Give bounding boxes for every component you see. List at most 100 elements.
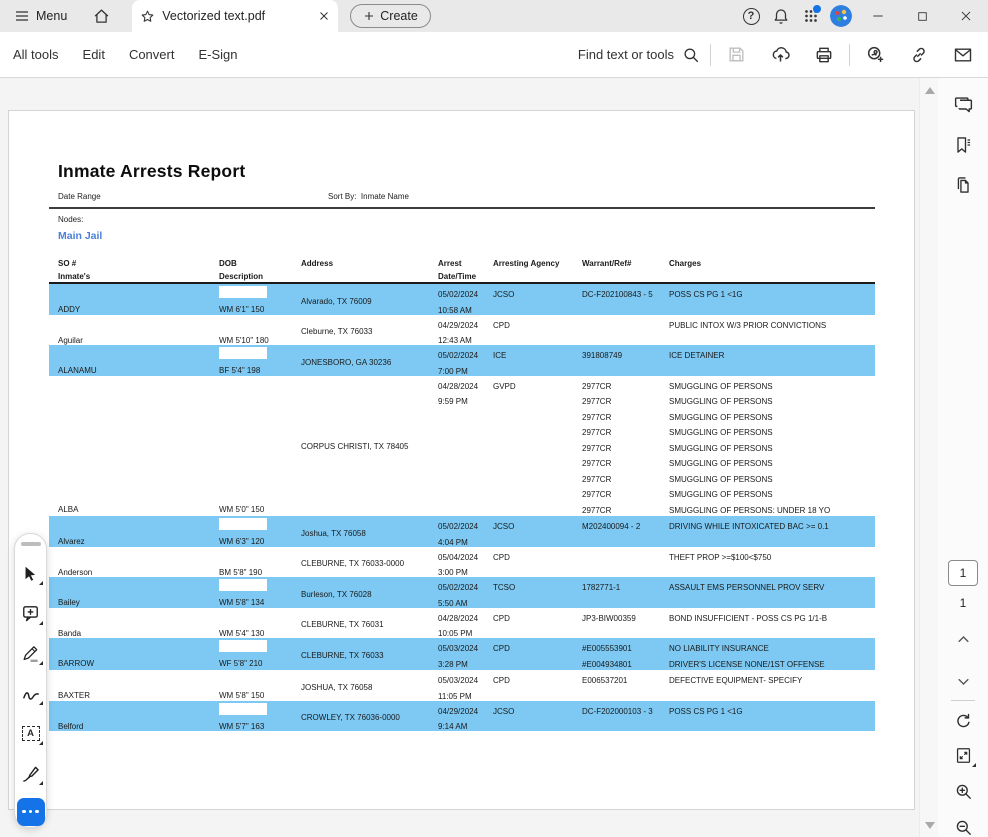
inmate-address: CLEBURNE, TX 76033 — [301, 638, 438, 672]
charge-row: E006537201DEFECTIVE EQUIPMENT- SPECIFY — [582, 673, 875, 689]
maximize-icon — [916, 10, 929, 23]
rotate-button[interactable] — [938, 706, 988, 736]
create-button[interactable]: Create — [350, 4, 431, 28]
warrant-ref: 2977CR — [582, 379, 669, 395]
fill-sign-tool-button[interactable] — [19, 762, 43, 786]
header-warrant: Warrant/Ref# — [582, 256, 669, 283]
add-comment-button[interactable] — [19, 602, 43, 626]
fit-page-button[interactable] — [938, 740, 988, 770]
arrest-date: 04/29/2024 — [438, 318, 493, 334]
inmate-address: JONESBORO, GA 30236 — [301, 345, 438, 379]
nav-all-tools[interactable]: All tools — [13, 47, 59, 62]
highlight-tool-button[interactable] — [19, 642, 43, 666]
redacted-dob — [219, 518, 267, 530]
toolbar-divider-2 — [849, 44, 850, 66]
arrest-datetime: 05/02/20245:50 AM — [438, 577, 493, 611]
charge-text: SMUGGLING OF PERSONS — [669, 394, 773, 410]
tab-title: Vectorized text.pdf — [162, 9, 318, 23]
document-tab[interactable]: Vectorized text.pdf — [132, 0, 338, 32]
more-tools-button[interactable] — [17, 798, 45, 826]
charge-row: JP3-BIW00359BOND INSUFFICIENT - POSS CS … — [582, 611, 875, 627]
fill-sign-icon — [21, 764, 41, 784]
inmate-name: Anderson — [49, 547, 219, 581]
maximize-button[interactable] — [900, 0, 944, 32]
page-number-input[interactable] — [948, 560, 978, 586]
charge-text: NO LIABILITY INSURANCE — [669, 641, 769, 657]
minimize-button[interactable] — [856, 0, 900, 32]
nav-esign[interactable]: E-Sign — [198, 47, 237, 62]
next-page-button[interactable] — [938, 666, 988, 696]
scroll-up-arrow[interactable] — [920, 82, 939, 98]
inmate-name: BAXTER — [49, 670, 219, 704]
inmate-address: CROWLEY, TX 76036-0000 — [301, 701, 438, 735]
charges-list: JP3-BIW00359BOND INSUFFICIENT - POSS CS … — [582, 608, 875, 642]
comments-panel-button[interactable] — [938, 90, 988, 120]
arrest-datetime: 04/28/202410:05 PM — [438, 608, 493, 642]
page-thumbnails-button[interactable] — [938, 170, 988, 200]
select-tool-button[interactable] — [19, 562, 43, 586]
save-button[interactable] — [721, 40, 751, 70]
report-table-body: ADDYWM 6'1" 150Alvarado, TX 7600905/02/2… — [49, 284, 875, 731]
help-button[interactable]: ? — [736, 0, 766, 32]
find-button[interactable]: Find text or tools — [578, 46, 700, 64]
arresting-agency: ICE — [493, 345, 582, 379]
home-button[interactable] — [85, 0, 118, 32]
table-row: ALANAMUBF 5'4" 198JONESBORO, GA 3023605/… — [49, 345, 875, 376]
create-label: Create — [380, 9, 418, 23]
draw-tool-button[interactable] — [19, 682, 43, 706]
arresting-agency: CPD — [493, 638, 582, 672]
menu-icon — [14, 8, 30, 24]
charge-text: THEFT PROP >=$100<$750 — [669, 550, 771, 566]
zoom-in-icon — [954, 782, 973, 801]
page-number-field[interactable] — [948, 560, 978, 586]
window-close-button[interactable] — [944, 0, 988, 32]
print-button[interactable] — [809, 40, 839, 70]
apps-grid-button[interactable] — [796, 0, 826, 32]
arrest-date: 05/04/2024 — [438, 550, 493, 566]
nav-edit[interactable]: Edit — [83, 47, 105, 62]
bookmarks-panel-button[interactable] — [938, 130, 988, 160]
zoom-out-button[interactable] — [938, 812, 988, 837]
page-thumbnails-icon — [953, 175, 973, 195]
email-button[interactable] — [948, 40, 978, 70]
toolbar: All tools Edit Convert E-Sign Find text … — [0, 32, 988, 78]
arresting-agency: TCSO — [493, 577, 582, 611]
account-button[interactable] — [826, 0, 856, 32]
menu-button[interactable]: Menu — [6, 0, 75, 32]
charges-list: 2977CRSMUGGLING OF PERSONS2977CRSMUGGLIN… — [582, 376, 875, 519]
request-signatures-button[interactable] — [860, 40, 890, 70]
header-inmate: SO #Inmate's — [49, 256, 219, 283]
document-scrollbar[interactable] — [919, 78, 938, 837]
charge-row: 2977CRSMUGGLING OF PERSONS — [582, 394, 875, 410]
warrant-ref: M202400094 - 2 — [582, 519, 669, 535]
arresting-agency: CPD — [493, 547, 582, 581]
inmate-name: Aguilar — [49, 315, 219, 349]
charge-row: DC-F202000103 - 3POSS CS PG 1 <1G — [582, 704, 875, 720]
get-link-button[interactable] — [904, 40, 934, 70]
tab-close-icon[interactable] — [318, 10, 330, 22]
arresting-agency: JCSO — [493, 701, 582, 735]
home-icon — [93, 8, 110, 25]
charge-text: SMUGGLING OF PERSONS — [669, 441, 773, 457]
table-row: ALBAWM 5'0" 150CORPUS CHRISTI, TX 784050… — [49, 376, 875, 517]
share-button[interactable] — [765, 40, 795, 70]
inmate-description: WM 5'0" 150 — [219, 376, 301, 519]
previous-page-button[interactable] — [938, 624, 988, 654]
scroll-down-arrow[interactable] — [920, 817, 939, 833]
warrant-ref: 2977CR — [582, 472, 669, 488]
warrant-ref: E006537201 — [582, 673, 669, 689]
text-select-tool-button[interactable]: A — [19, 722, 43, 746]
inmate-description: BM 5'8" 190 — [219, 547, 301, 581]
charge-text: SMUGGLING OF PERSONS — [669, 487, 773, 503]
inmate-address: Alvarado, TX 76009 — [301, 284, 438, 318]
panel-drag-handle[interactable] — [21, 542, 41, 546]
star-icon[interactable] — [140, 9, 155, 24]
notifications-button[interactable] — [766, 0, 796, 32]
redacted-dob — [219, 286, 267, 298]
charges-list: THEFT PROP >=$100<$750 — [582, 547, 875, 581]
nav-convert[interactable]: Convert — [129, 47, 175, 62]
zoom-in-button[interactable] — [938, 776, 988, 806]
arrest-time: 9:59 PM — [438, 394, 493, 410]
email-icon — [953, 45, 973, 65]
charge-row: 2977CRSMUGGLING OF PERSONS — [582, 425, 875, 441]
